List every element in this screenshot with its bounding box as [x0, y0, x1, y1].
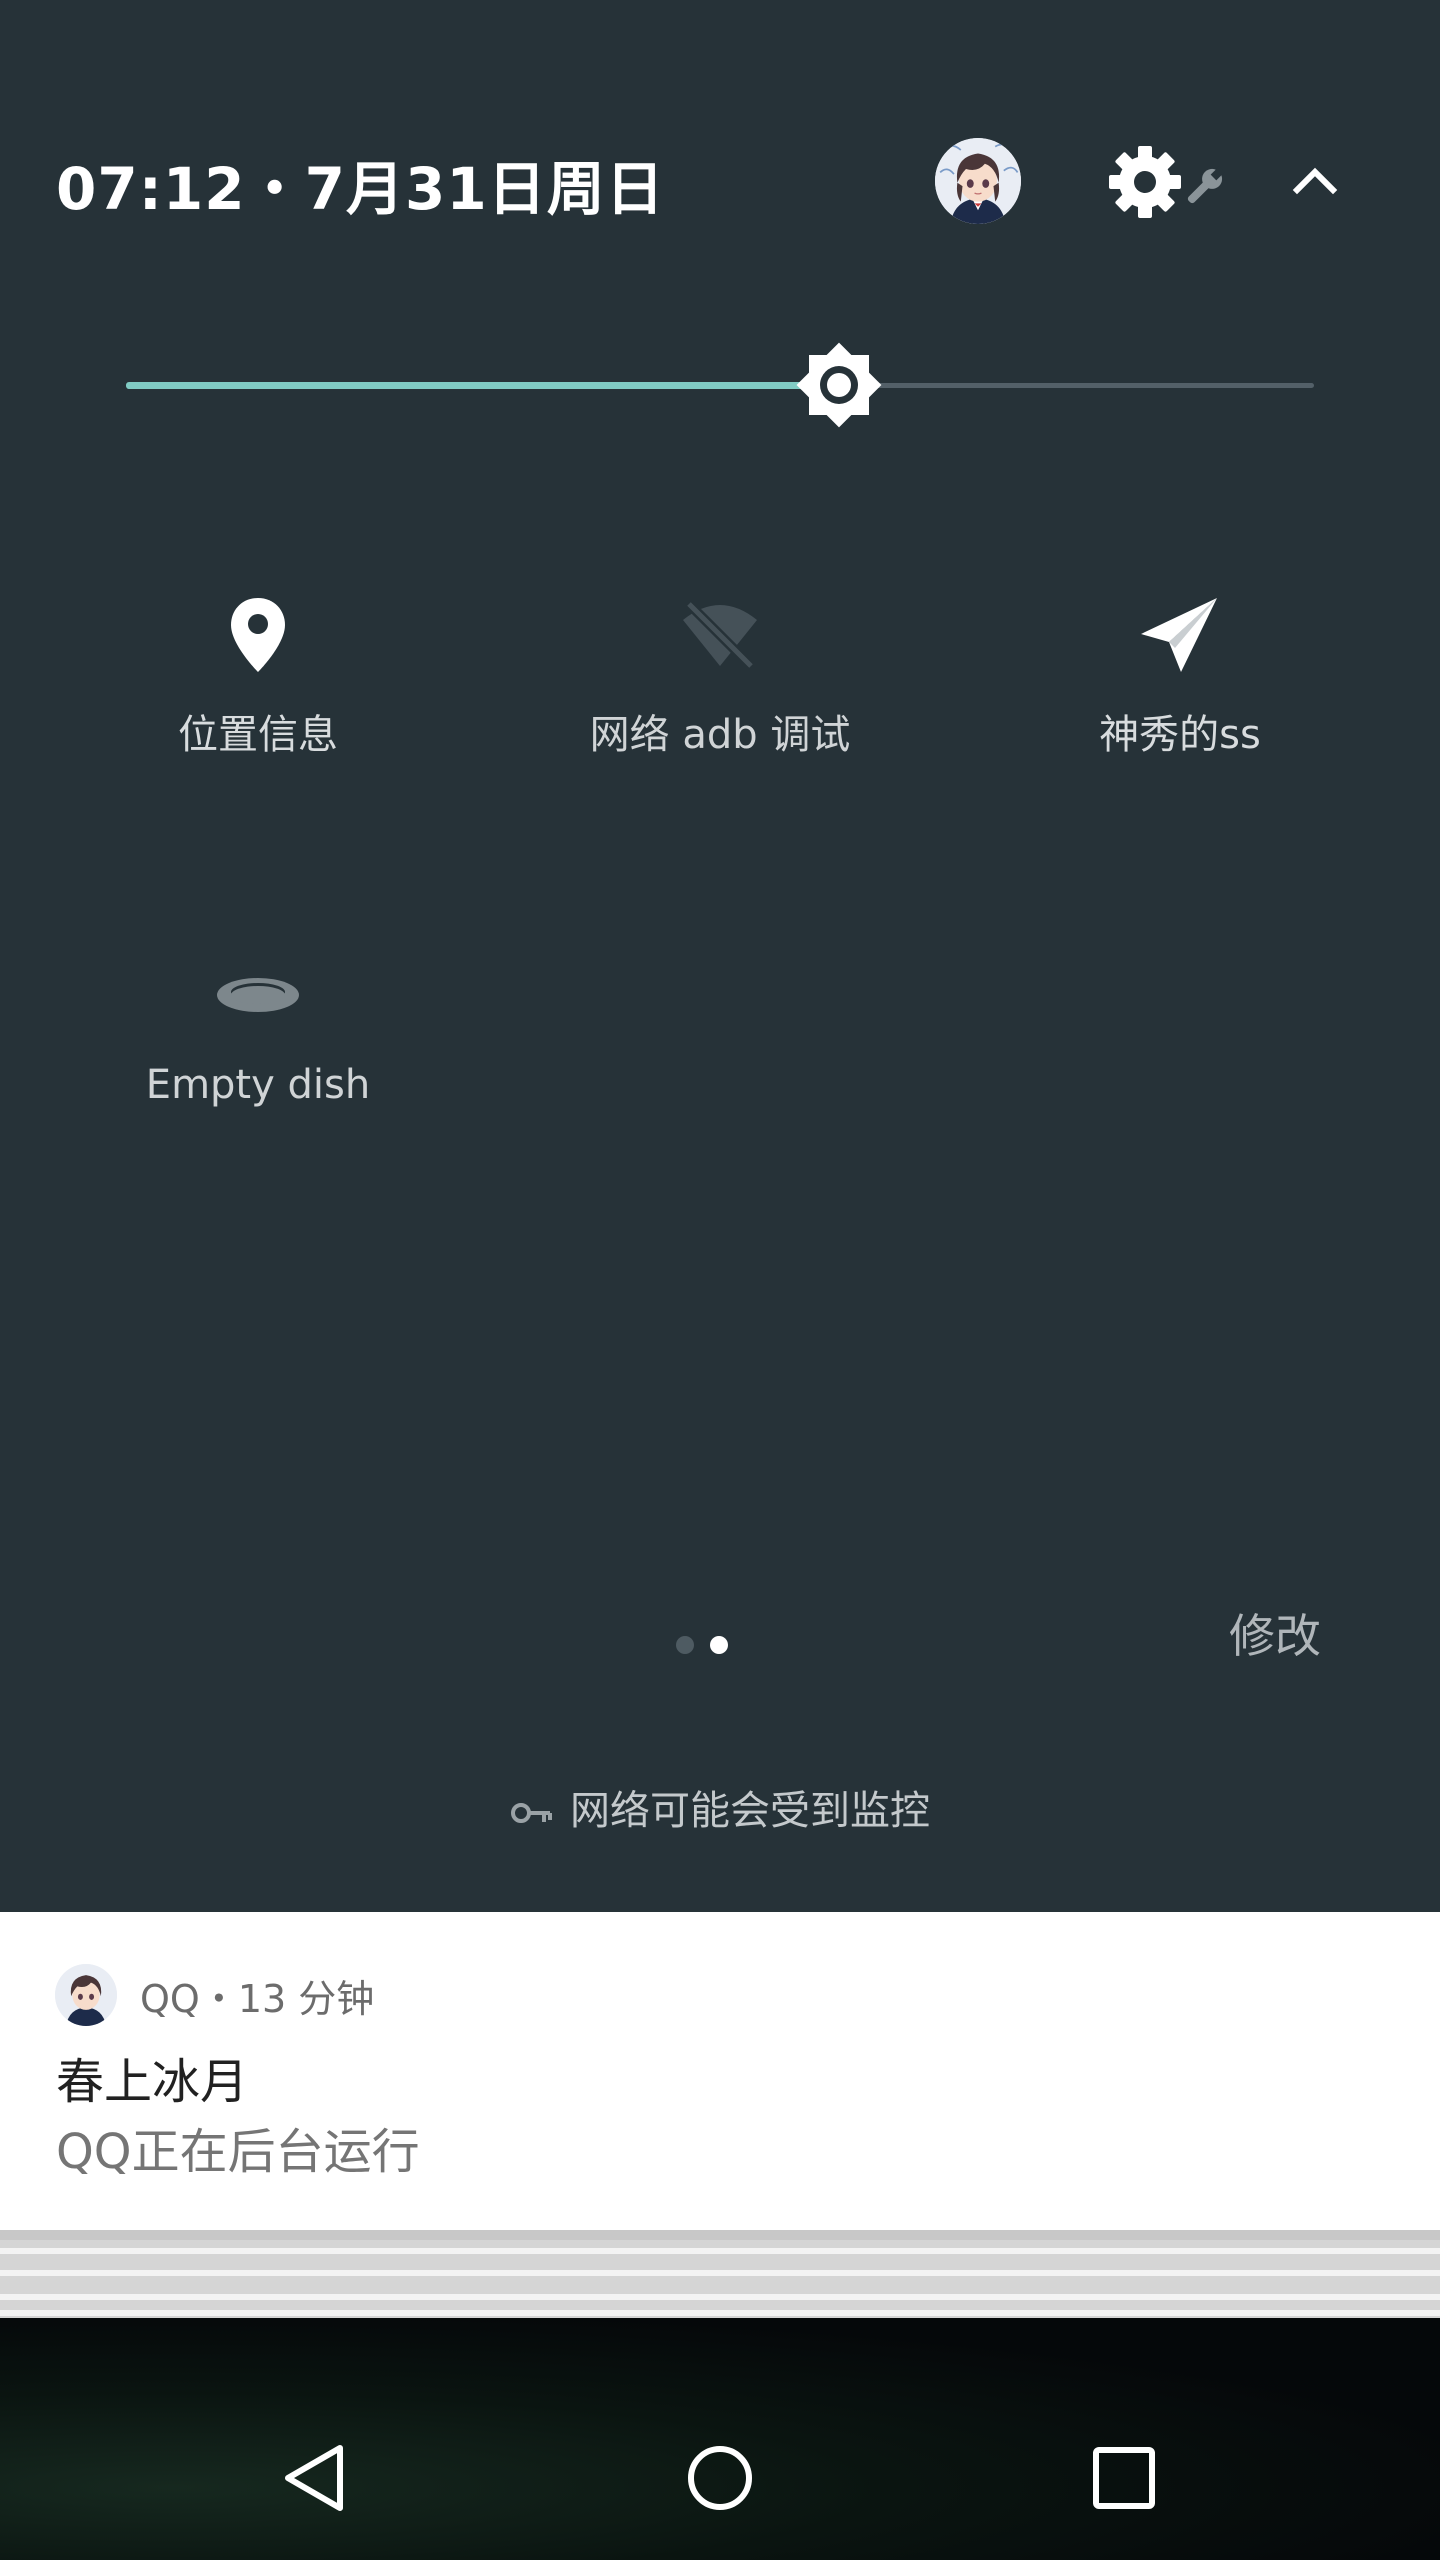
- tile-empty-dish-label: Empty dish: [145, 1062, 371, 1108]
- brightness-thumb[interactable]: [794, 340, 884, 430]
- brightness-slider[interactable]: [126, 330, 1314, 440]
- wallpaper: [0, 2318, 1440, 2560]
- edit-button[interactable]: 修改: [1200, 1604, 1350, 1668]
- page-indicator: [676, 1636, 736, 1656]
- notification-meta: QQ・13 分钟: [140, 1977, 375, 2021]
- notification-title: 春上冰月: [56, 2054, 249, 2110]
- wrench-icon: [1187, 166, 1225, 204]
- gear-icon: [1109, 146, 1181, 218]
- network-monitor-text: 网络可能会受到监控: [570, 1788, 930, 1834]
- user-avatar[interactable]: [935, 138, 1021, 224]
- back-button[interactable]: [278, 2440, 354, 2516]
- qq-app-icon: [55, 1964, 117, 2026]
- tile-location-label: 位置信息: [178, 712, 338, 758]
- adb-wifi-off-icon: [683, 600, 757, 670]
- key-icon: [511, 1803, 552, 1823]
- notification-text: QQ正在后台运行: [56, 2124, 420, 2180]
- page-dot-1[interactable]: [676, 1636, 694, 1654]
- tile-adb-wifi[interactable]: 网络 adb 调试: [490, 590, 950, 810]
- tile-empty-dish[interactable]: Empty dish: [28, 950, 488, 1170]
- empty-dish-icon: [217, 978, 299, 1012]
- tile-location[interactable]: 位置信息: [28, 590, 488, 810]
- header-datetime[interactable]: 07:12・7月31日周日: [56, 142, 665, 226]
- qq-notification[interactable]: QQ・13 分钟 春上冰月 QQ正在后台运行: [0, 1912, 1440, 2230]
- notification-stack-edge: [0, 2230, 1440, 2318]
- collapse-button[interactable]: [1285, 150, 1345, 210]
- chevron-up-icon: [1292, 167, 1338, 195]
- tile-adb-wifi-label: 网络 adb 调试: [589, 712, 851, 758]
- tile-ss-proxy[interactable]: 神秀的ss: [950, 590, 1410, 810]
- send-icon: [1141, 598, 1217, 672]
- settings-button[interactable]: [1105, 140, 1235, 224]
- recents-button[interactable]: [1086, 2440, 1162, 2516]
- home-button[interactable]: [682, 2440, 758, 2516]
- tile-ss-proxy-label: 神秀的ss: [1099, 712, 1261, 758]
- location-icon: [231, 598, 285, 672]
- brightness-icon: [796, 342, 882, 428]
- network-monitor-notice[interactable]: 网络可能会受到监控: [0, 1778, 1440, 1838]
- brightness-fill: [126, 382, 839, 389]
- page-dot-2[interactable]: [710, 1636, 728, 1654]
- quick-settings-panel: 07:12・7月31日周日 位置信息 网络 adb 调试 神秀的ss Empty…: [0, 0, 1440, 1912]
